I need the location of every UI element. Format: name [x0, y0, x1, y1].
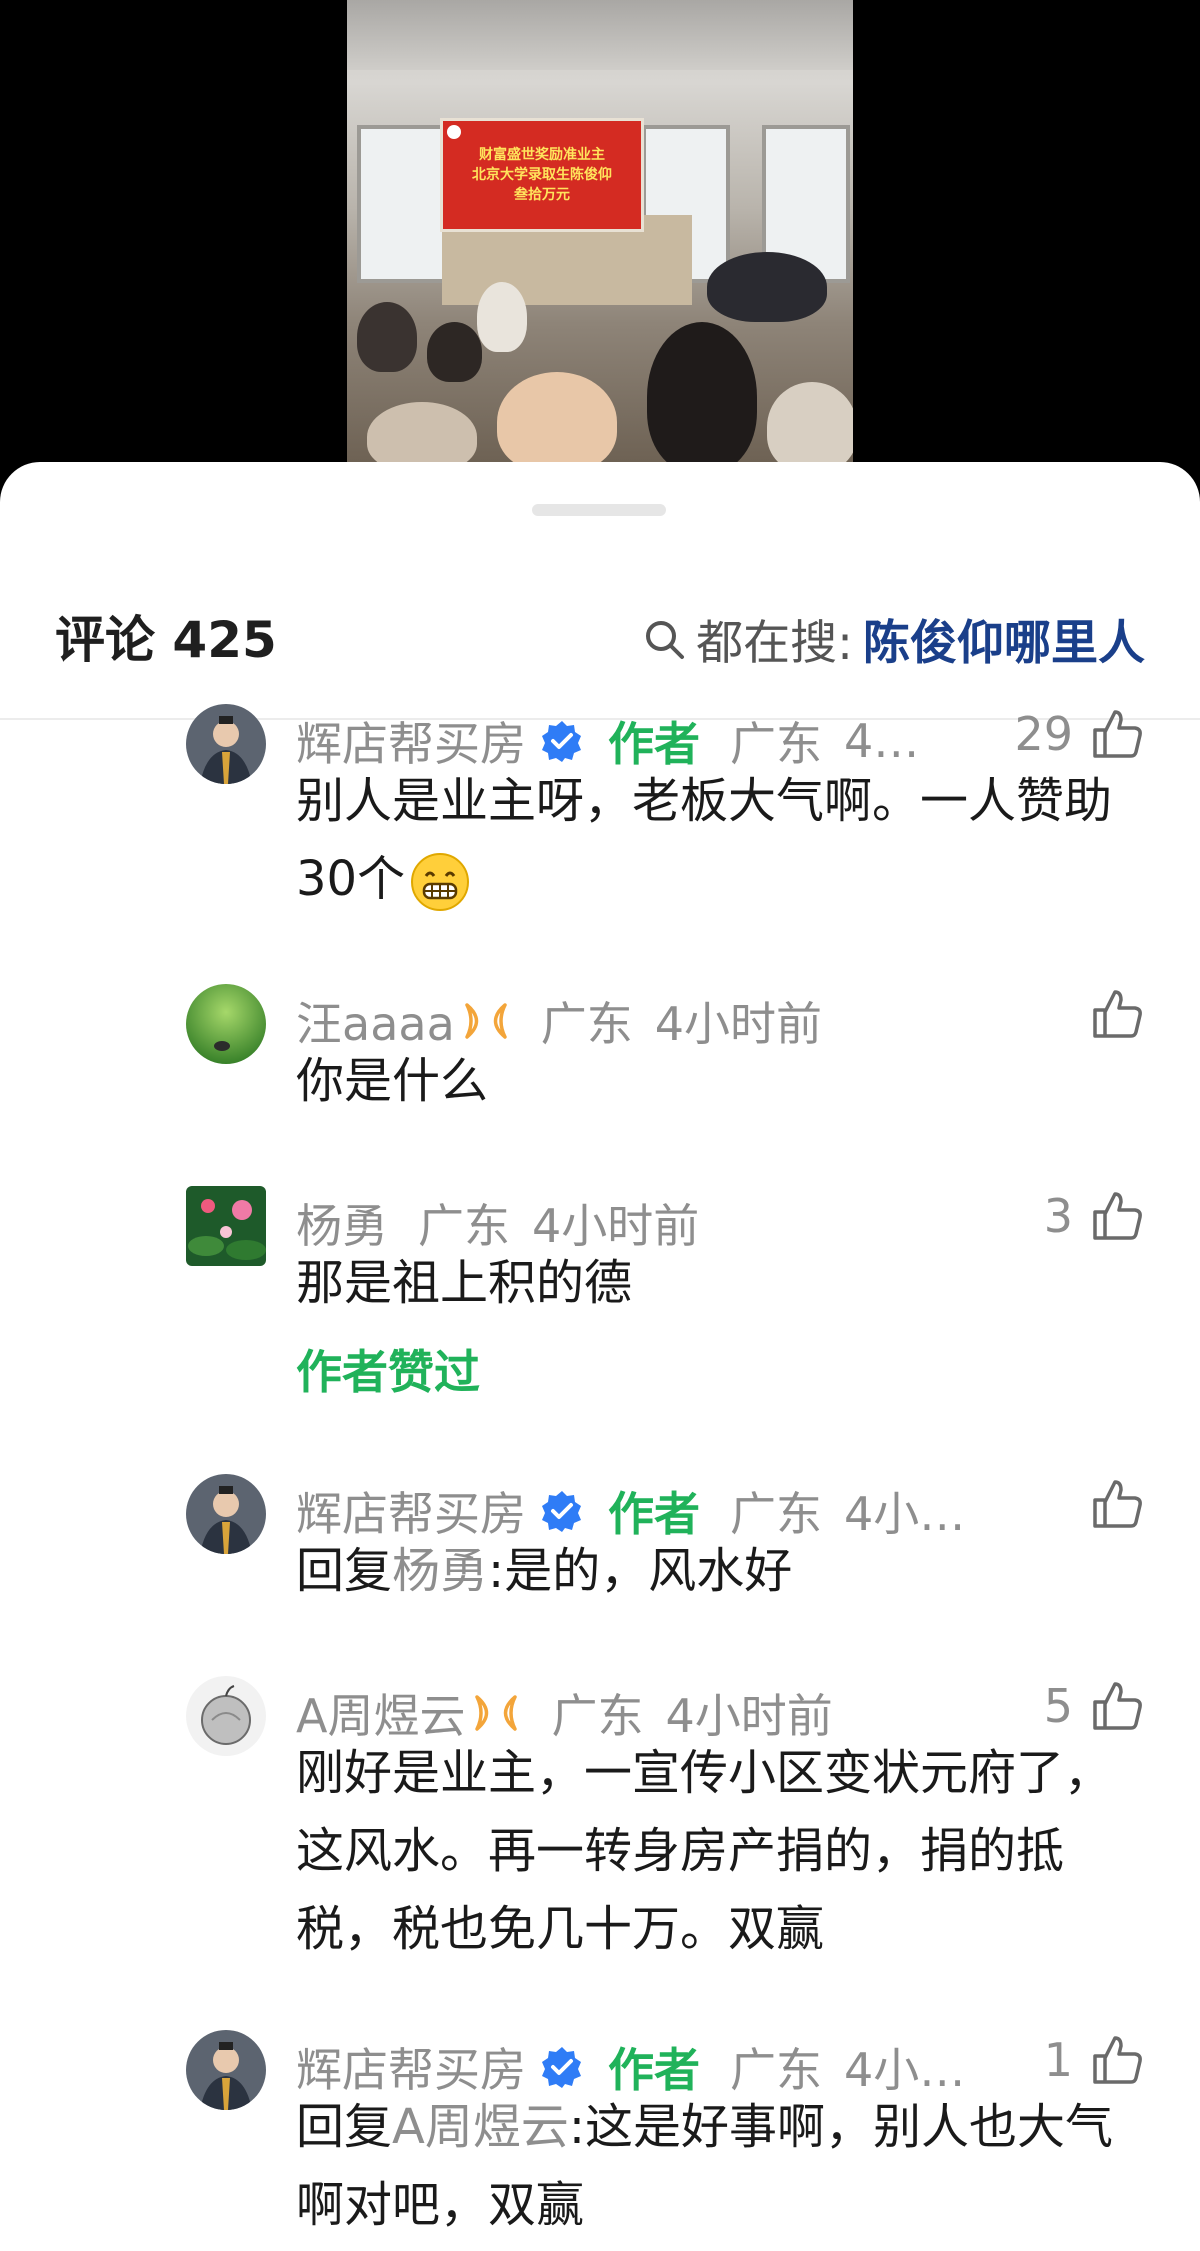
thumbs-up-icon — [1093, 1192, 1142, 1240]
avatar[interactable] — [186, 1474, 266, 1554]
comment-text: 那是祖上积的德 — [296, 1255, 633, 1311]
like-count: 29 — [1014, 707, 1073, 761]
reply-prefix: 回复 — [296, 2099, 393, 2155]
like-button[interactable] — [1089, 1476, 1145, 1532]
comment-body: :是的，风水好 — [488, 1543, 793, 1599]
like-button[interactable]: 29 — [1014, 706, 1145, 762]
avatar[interactable] — [186, 2030, 266, 2110]
comments-count-title: 评论 425 — [55, 611, 277, 669]
comments-header: 评论 425 都在搜: 陈俊仰哪里人 — [0, 582, 1200, 682]
comment-text: 你是什么 — [296, 1053, 489, 1109]
video-thumbnail[interactable]: 财富盛世奖励准业主 北京大学录取生陈俊仰 叁拾万元 — [347, 0, 853, 462]
thumbs-up-icon — [1093, 1480, 1142, 1528]
author-liked-label: 作者赞过 — [296, 1345, 480, 1399]
like-button[interactable]: 5 — [1044, 1678, 1145, 1734]
banner-line: 叁拾万元 — [514, 187, 570, 203]
thumbs-up-icon — [1093, 2036, 1142, 2084]
thumbs-up-icon — [1093, 710, 1142, 758]
comment-text: 回复杨勇:是的，风水好 — [296, 1532, 1156, 1610]
verified-badge-icon — [542, 1491, 581, 1532]
like-count: 5 — [1043, 1679, 1073, 1733]
search-icon — [646, 620, 685, 659]
avatar[interactable] — [186, 1676, 266, 1756]
comment-text: 回复A周煜云:这是好事啊，别人也大气啊对吧，双赢 — [296, 2088, 1156, 2244]
ribbon-icon — [475, 1695, 518, 1731]
comment-sheet: 评论 425 都在搜: 陈俊仰哪里人 辉店帮买房 作者 广东 4… 29 别人是… — [0, 462, 1200, 2251]
like-count: 1 — [1043, 2033, 1073, 2087]
audience — [347, 252, 853, 462]
comment-text: 别人是业主呀，老板大气啊。一人赞助30个 — [296, 762, 1156, 918]
ceiling — [347, 0, 853, 70]
trending-search[interactable]: 都在搜: 陈俊仰哪里人 — [642, 604, 1145, 673]
banner-line: 财富盛世奖励准业主 — [479, 147, 605, 163]
timestamp: 4… — [844, 714, 920, 768]
like-button[interactable] — [1089, 986, 1145, 1042]
drag-handle[interactable] — [532, 504, 666, 516]
verified-badge-icon — [542, 2047, 581, 2088]
search-query-link[interactable]: 陈俊仰哪里人 — [863, 604, 1145, 673]
search-prefix: 都在搜: — [696, 616, 853, 671]
reply-target-username[interactable]: A周煜云 — [392, 2099, 569, 2155]
ribbon-icon — [465, 1003, 507, 1039]
video-player[interactable]: 财富盛世奖励准业主 北京大学录取生陈俊仰 叁拾万元 — [0, 0, 1200, 470]
comment-text: 刚好是业主，一宣传小区变状元府了，这风水。再一转身房产捐的，捐的抵税，税也免几十… — [296, 1745, 1113, 1957]
thumbs-up-icon — [1093, 1682, 1142, 1730]
like-count: 3 — [1043, 1189, 1073, 1243]
reply-target-username[interactable]: 杨勇 — [392, 1543, 488, 1599]
banner-line: 北京大学录取生陈俊仰 — [472, 167, 612, 183]
banner-logo — [447, 125, 461, 139]
like-button[interactable]: 3 — [1044, 1188, 1145, 1244]
grin-emoji-icon — [411, 853, 470, 911]
avatar[interactable] — [186, 984, 266, 1064]
thumbs-up-icon — [1093, 990, 1142, 1038]
avatar[interactable] — [186, 1186, 266, 1266]
reply-prefix: 回复 — [296, 1543, 393, 1599]
award-banner: 财富盛世奖励准业主 北京大学录取生陈俊仰 叁拾万元 — [440, 118, 644, 232]
avatar[interactable] — [186, 704, 266, 784]
verified-badge-icon — [542, 721, 581, 762]
like-button[interactable]: 1 — [1044, 2032, 1145, 2088]
